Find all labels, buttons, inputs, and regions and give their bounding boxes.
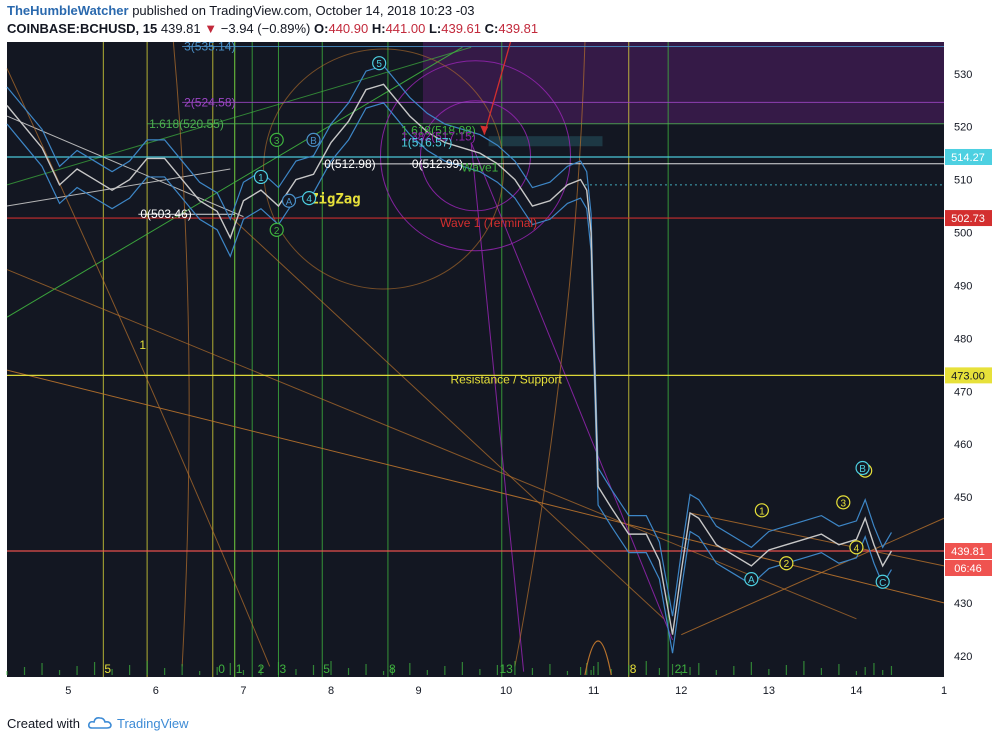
cycle-count-label: 8 bbox=[389, 662, 396, 676]
x-tick-label: 6 bbox=[153, 685, 159, 697]
cycle-count-label: 5 bbox=[104, 662, 111, 676]
x-tick-label: 13 bbox=[763, 685, 775, 697]
y-tick-label: 530 bbox=[954, 69, 972, 81]
wave-marker-label: 3 bbox=[841, 498, 847, 509]
wave-marker-label: B bbox=[310, 136, 317, 147]
annotation-label: Wave 1 (Terminal) bbox=[440, 216, 537, 230]
down-arrow-icon: ▼ bbox=[204, 21, 218, 36]
low-value: 439.61 bbox=[441, 21, 482, 36]
y-tick-label: 460 bbox=[954, 439, 972, 451]
wave-marker-label: 3 bbox=[274, 136, 280, 147]
author-link[interactable]: TheHumbleWatcher bbox=[7, 3, 129, 18]
symbol-label: COINBASE:BCHUSD, 15 bbox=[7, 21, 158, 36]
price-level-tag-label: 473.00 bbox=[951, 370, 985, 382]
wave-marker-label: 4 bbox=[854, 543, 860, 554]
wave-marker-label: 1 bbox=[759, 506, 765, 517]
y-tick-label: 520 bbox=[954, 122, 972, 134]
fib-level-label: 0(512.99) bbox=[412, 157, 463, 171]
last-price: 439.81 bbox=[160, 21, 201, 36]
wave-marker-label: 2 bbox=[274, 226, 280, 237]
wave-marker-label: C bbox=[879, 578, 886, 589]
y-tick-label: 430 bbox=[954, 598, 972, 610]
wave-marker-label: 4 bbox=[306, 194, 312, 205]
price-level-tag-label: 439.81 bbox=[951, 546, 985, 558]
y-tick-label: 420 bbox=[954, 651, 972, 663]
x-tick-label: 5 bbox=[65, 685, 71, 697]
chart-footer: Created with TradingView bbox=[0, 705, 999, 741]
x-tick-label: 14 bbox=[850, 685, 862, 697]
cycle-count-label: 0 bbox=[218, 662, 225, 676]
countdown-label: 06:46 bbox=[954, 563, 982, 575]
fib-level-label: 2(524.58) bbox=[184, 95, 235, 109]
wave-marker-label: A bbox=[748, 575, 755, 586]
cycle-count-label: 21 bbox=[675, 662, 689, 676]
fib-stack-label: 1(516.57) bbox=[401, 136, 452, 150]
y-tick-label: 450 bbox=[954, 492, 972, 504]
cycle-count-label: 2 bbox=[258, 662, 265, 676]
high-label: H: bbox=[371, 21, 386, 36]
cycle-count-label: 3 bbox=[280, 662, 287, 676]
x-tick-label: 1 bbox=[941, 685, 947, 697]
x-tick-label: 7 bbox=[240, 685, 246, 697]
x-tick-label: 9 bbox=[416, 685, 422, 697]
close-label: C: bbox=[484, 21, 499, 36]
cycle-count-label: 8 bbox=[630, 662, 637, 676]
y-tick-label: 470 bbox=[954, 386, 972, 398]
y-tick-label: 510 bbox=[954, 175, 972, 187]
wave-marker-label: 1 bbox=[258, 173, 264, 184]
close-value: 439.81 bbox=[498, 21, 539, 36]
fib-level-label: 0(512.98) bbox=[324, 157, 375, 171]
fib-level-label: 0(503.46) bbox=[140, 207, 191, 221]
open-value: 440.90 bbox=[328, 21, 369, 36]
wave-marker-label: A bbox=[286, 197, 293, 208]
wave-marker-label: B bbox=[859, 464, 866, 475]
x-tick-label: 11 bbox=[588, 685, 599, 697]
price-change: −3.94 (−0.89%) bbox=[220, 21, 311, 36]
tradingview-cloud-icon[interactable] bbox=[88, 716, 112, 733]
created-with-text: Created with bbox=[7, 716, 80, 731]
purple-zone bbox=[422, 42, 944, 125]
tradingview-brand-link[interactable]: TradingView bbox=[117, 716, 189, 731]
price-level-tag-label: 514.27 bbox=[951, 152, 985, 164]
target-zone bbox=[488, 136, 603, 147]
low-label: L: bbox=[428, 21, 442, 36]
published-text: published on TradingView.com, October 14… bbox=[128, 3, 475, 18]
cycle-count-label: 5 bbox=[323, 662, 330, 676]
wave-marker-label: 5 bbox=[376, 59, 382, 70]
y-tick-label: 500 bbox=[954, 228, 972, 240]
annotation-label: ZigZag bbox=[310, 191, 361, 207]
cycle-count-label: 13 bbox=[499, 662, 513, 676]
open-label: O: bbox=[314, 21, 329, 36]
y-tick-label: 480 bbox=[954, 333, 972, 345]
wave-marker-label: 2 bbox=[784, 559, 790, 570]
fib-level-label: 3(535.14) bbox=[184, 42, 235, 54]
annotation-label: Resistance / Support bbox=[450, 372, 562, 386]
cycle-count-label: 1 bbox=[236, 662, 243, 676]
chart-header: TheHumbleWatcher published on TradingVie… bbox=[0, 0, 999, 42]
high-value: 441.00 bbox=[385, 21, 426, 36]
fib-level-label: 1.618(520.55) bbox=[149, 117, 224, 131]
x-tick-label: 10 bbox=[500, 685, 512, 697]
publish-line: TheHumbleWatcher published on TradingVie… bbox=[7, 3, 475, 18]
x-tick-label: 8 bbox=[328, 685, 334, 697]
annotation-label: Wave1 bbox=[461, 161, 498, 175]
x-tick-label: 12 bbox=[675, 685, 687, 697]
symbol-line: COINBASE:BCHUSD, 15 439.81 ▼ −3.94 (−0.8… bbox=[7, 21, 538, 36]
price-level-tag-label: 502.73 bbox=[951, 213, 985, 225]
chart-area[interactable]: 3(535.14) 2(524.58) 1.618(520.55) 0(512.98)… bbox=[0, 42, 999, 705]
annotation-label: 1 bbox=[139, 338, 146, 352]
y-tick-label: 490 bbox=[954, 280, 972, 292]
